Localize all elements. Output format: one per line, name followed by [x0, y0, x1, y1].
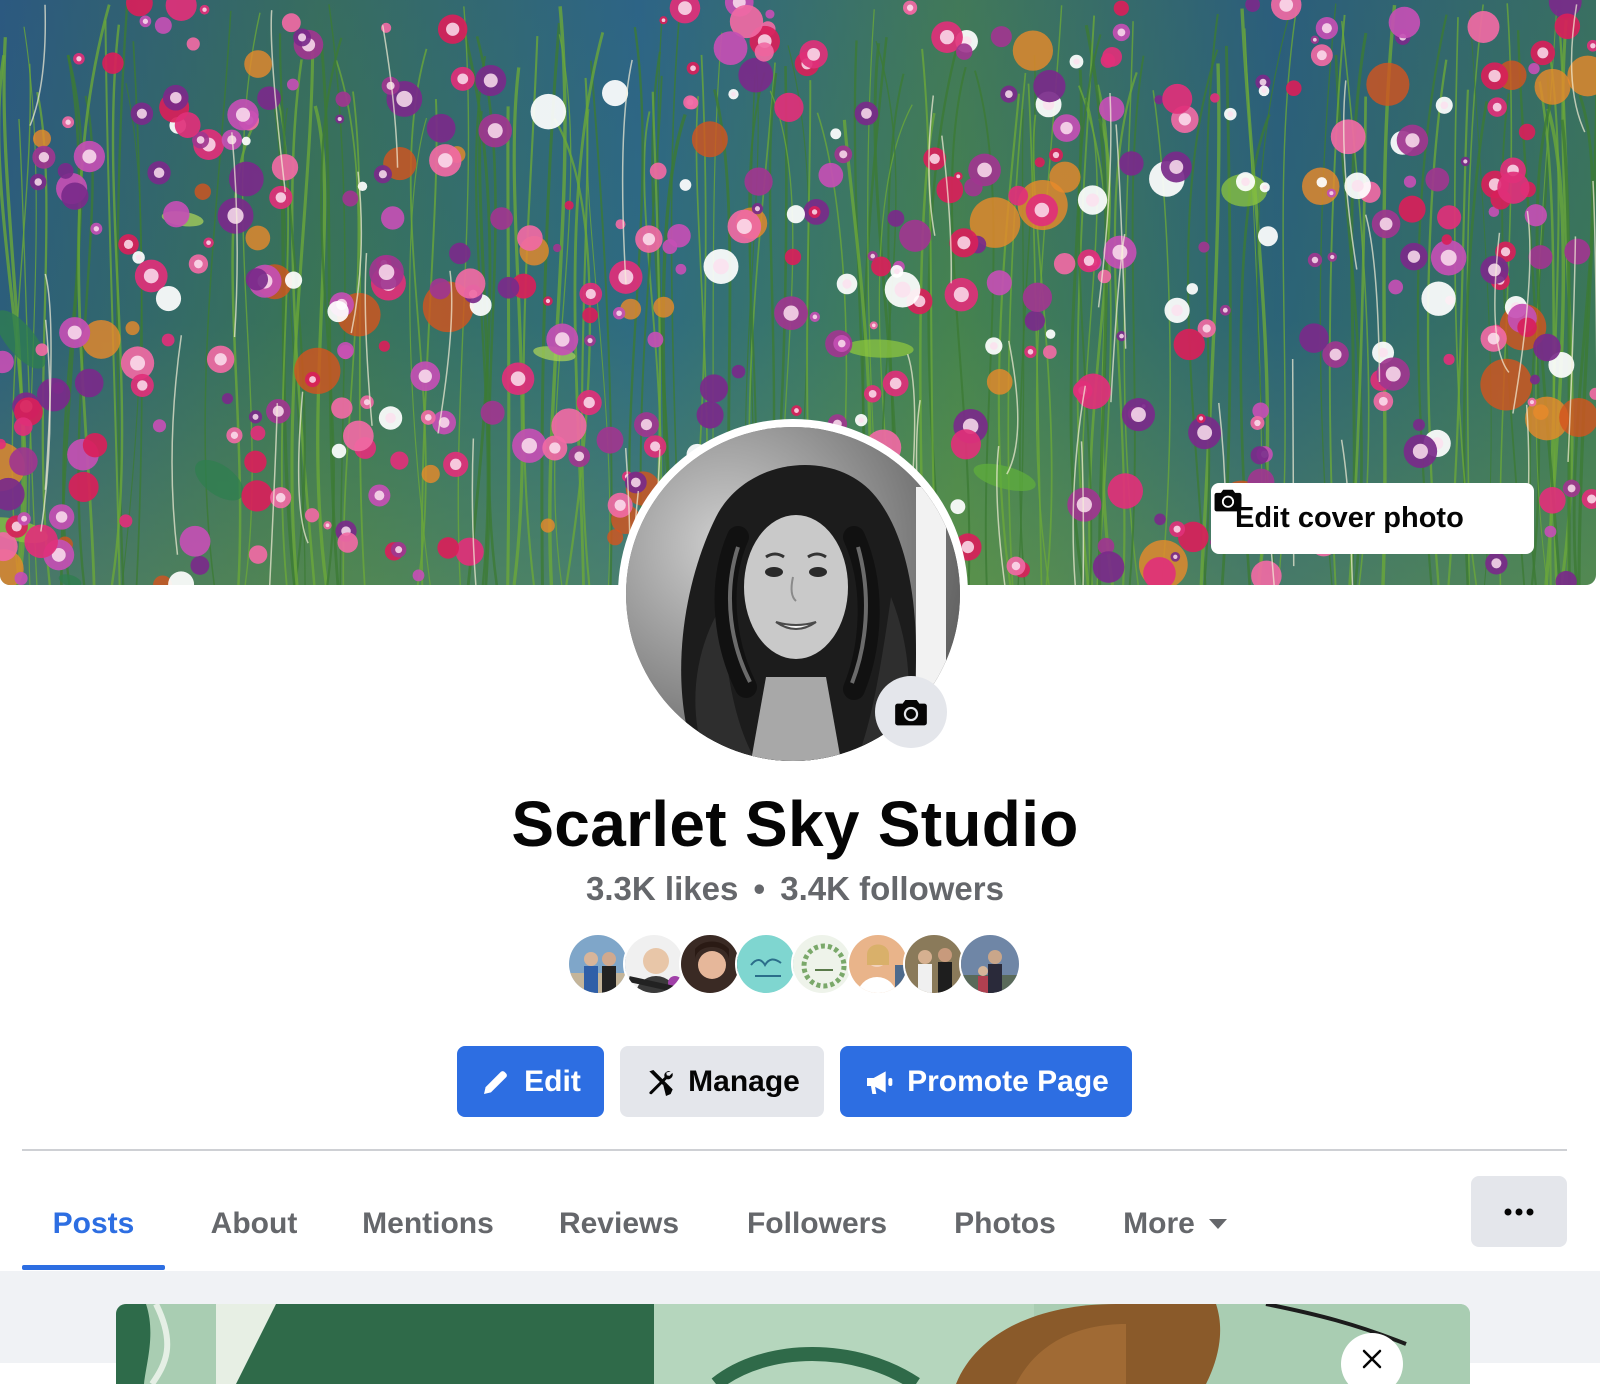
tab-posts[interactable]: Posts [22, 1176, 165, 1271]
followers-count[interactable]: 3.4K followers [780, 870, 1004, 907]
stats-separator: • [753, 870, 766, 907]
follower-avatar[interactable] [567, 933, 629, 995]
promo-close-button[interactable] [1341, 1333, 1403, 1395]
pencil-icon [484, 1070, 508, 1094]
follower-avatar[interactable] [679, 933, 741, 995]
tools-icon [649, 1069, 673, 1096]
megaphone-icon [867, 1070, 893, 1094]
manage-button-label: Manage [688, 1064, 800, 1098]
tab-reviews[interactable]: Reviews [537, 1176, 701, 1271]
tab-mentions-label: Mentions [362, 1206, 494, 1240]
edit-cover-photo-button[interactable]: Edit cover photo [1211, 483, 1534, 554]
manage-page-button[interactable]: Manage [620, 1046, 824, 1117]
follower-avatar[interactable] [735, 933, 797, 995]
update-profile-picture-button[interactable] [875, 676, 947, 748]
tab-photos-label: Photos [954, 1206, 1056, 1240]
tab-about[interactable]: About [189, 1176, 319, 1271]
camera-icon [1214, 489, 1242, 512]
follower-avatar[interactable] [791, 933, 853, 995]
header-divider [22, 1149, 1567, 1151]
tab-about-label: About [210, 1206, 298, 1240]
tab-followers-label: Followers [746, 1206, 888, 1240]
promo-card[interactable] [116, 1304, 1470, 1384]
tab-photos[interactable]: Photos [930, 1176, 1080, 1271]
tab-more[interactable]: More [1100, 1176, 1250, 1271]
promote-page-button[interactable]: Promote Page [840, 1046, 1132, 1117]
page-title: Scarlet Sky Studio [511, 788, 1079, 860]
more-options-button[interactable] [1471, 1176, 1567, 1247]
follower-avatar[interactable] [847, 933, 909, 995]
promo-card-image [116, 1304, 1470, 1384]
likes-count[interactable]: 3.3K likes [586, 870, 738, 907]
tab-followers[interactable]: Followers [722, 1176, 912, 1271]
page-stats: 3.3K likes • 3.4K followers [0, 870, 1590, 908]
follower-avatars [567, 933, 1021, 997]
edit-page-button[interactable]: Edit [457, 1046, 604, 1117]
follower-avatar[interactable] [623, 933, 685, 995]
ellipsis-icon [1504, 1208, 1534, 1215]
follower-avatar[interactable] [903, 933, 965, 995]
promote-button-label: Promote Page [907, 1064, 1109, 1098]
camera-icon [895, 700, 927, 726]
close-icon [1362, 1349, 1382, 1369]
caret-down-icon [1208, 1218, 1227, 1229]
tab-more-label: More [1123, 1206, 1195, 1240]
tab-posts-label: Posts [52, 1206, 135, 1240]
edit-cover-photo-label: Edit cover photo [1235, 502, 1464, 534]
follower-avatar[interactable] [959, 933, 1021, 995]
tab-mentions[interactable]: Mentions [342, 1176, 514, 1271]
edit-button-label: Edit [524, 1064, 581, 1098]
tab-reviews-label: Reviews [558, 1206, 680, 1240]
active-tab-indicator [22, 1265, 165, 1270]
